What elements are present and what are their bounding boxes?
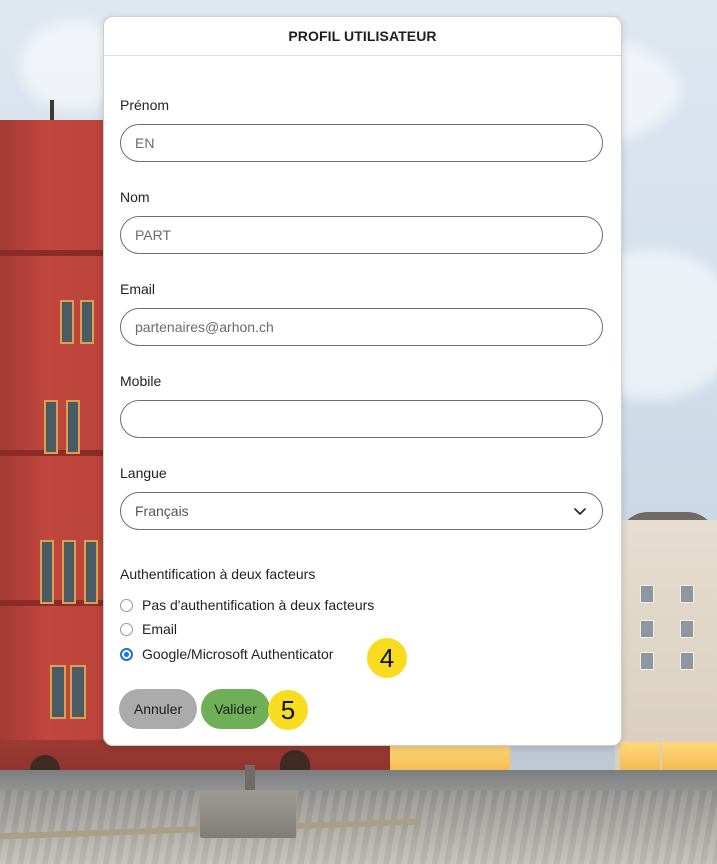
radio-button[interactable] bbox=[120, 598, 133, 612]
language-selected-value: Français bbox=[135, 503, 189, 519]
email-field[interactable] bbox=[120, 308, 603, 346]
two-factor-option-label: Google/Microsoft Authenticator bbox=[142, 646, 334, 662]
chevron-down-icon bbox=[574, 508, 586, 515]
user-profile-dialog: PROFIL UTILISATEUR Prénom Nom Email Mobi… bbox=[103, 16, 622, 746]
window bbox=[680, 620, 694, 638]
window bbox=[680, 652, 694, 670]
firstname-field[interactable] bbox=[120, 124, 603, 162]
lastname-field[interactable] bbox=[120, 216, 603, 254]
window bbox=[640, 652, 654, 670]
language-select[interactable]: Français bbox=[120, 492, 603, 530]
email-label: Email bbox=[120, 281, 156, 297]
firstname-label: Prénom bbox=[120, 97, 170, 113]
two-factor-option-label: Pas d'authentification à deux facteurs bbox=[142, 597, 375, 613]
fountain-basin bbox=[200, 790, 296, 838]
townhall-band bbox=[0, 600, 120, 606]
cobblestones bbox=[0, 790, 717, 864]
language-label: Langue bbox=[120, 465, 167, 481]
window bbox=[50, 665, 66, 719]
window bbox=[44, 400, 58, 454]
two-factor-option-none[interactable]: Pas d'authentification à deux facteurs bbox=[120, 597, 374, 613]
window bbox=[640, 585, 654, 603]
window bbox=[80, 300, 94, 344]
mobile-label: Mobile bbox=[120, 373, 162, 389]
mobile-field[interactable] bbox=[120, 400, 603, 438]
window bbox=[70, 665, 86, 719]
step-callout-4: 4 bbox=[367, 638, 407, 678]
radio-button[interactable] bbox=[120, 622, 133, 636]
window bbox=[60, 300, 74, 344]
window bbox=[66, 400, 80, 454]
validate-button[interactable]: Valider bbox=[201, 689, 270, 729]
window bbox=[62, 540, 76, 604]
window bbox=[40, 540, 54, 604]
townhall-band bbox=[0, 250, 120, 256]
two-factor-label: Authentification à deux facteurs bbox=[120, 566, 316, 582]
lastname-label: Nom bbox=[120, 189, 150, 205]
two-factor-option-authenticator[interactable]: Google/Microsoft Authenticator bbox=[120, 646, 333, 662]
dialog-title: PROFIL UTILISATEUR bbox=[288, 28, 437, 44]
window bbox=[640, 620, 654, 638]
dialog-header: PROFIL UTILISATEUR bbox=[104, 17, 621, 56]
two-factor-option-label: Email bbox=[142, 621, 178, 637]
radio-button-checked[interactable] bbox=[120, 647, 133, 661]
window bbox=[84, 540, 98, 604]
right-building bbox=[615, 520, 717, 780]
townhall-band bbox=[0, 450, 120, 456]
two-factor-option-email[interactable]: Email bbox=[120, 621, 177, 637]
window bbox=[680, 585, 694, 603]
cancel-button[interactable]: Annuler bbox=[119, 689, 197, 729]
step-callout-5: 5 bbox=[268, 690, 308, 730]
